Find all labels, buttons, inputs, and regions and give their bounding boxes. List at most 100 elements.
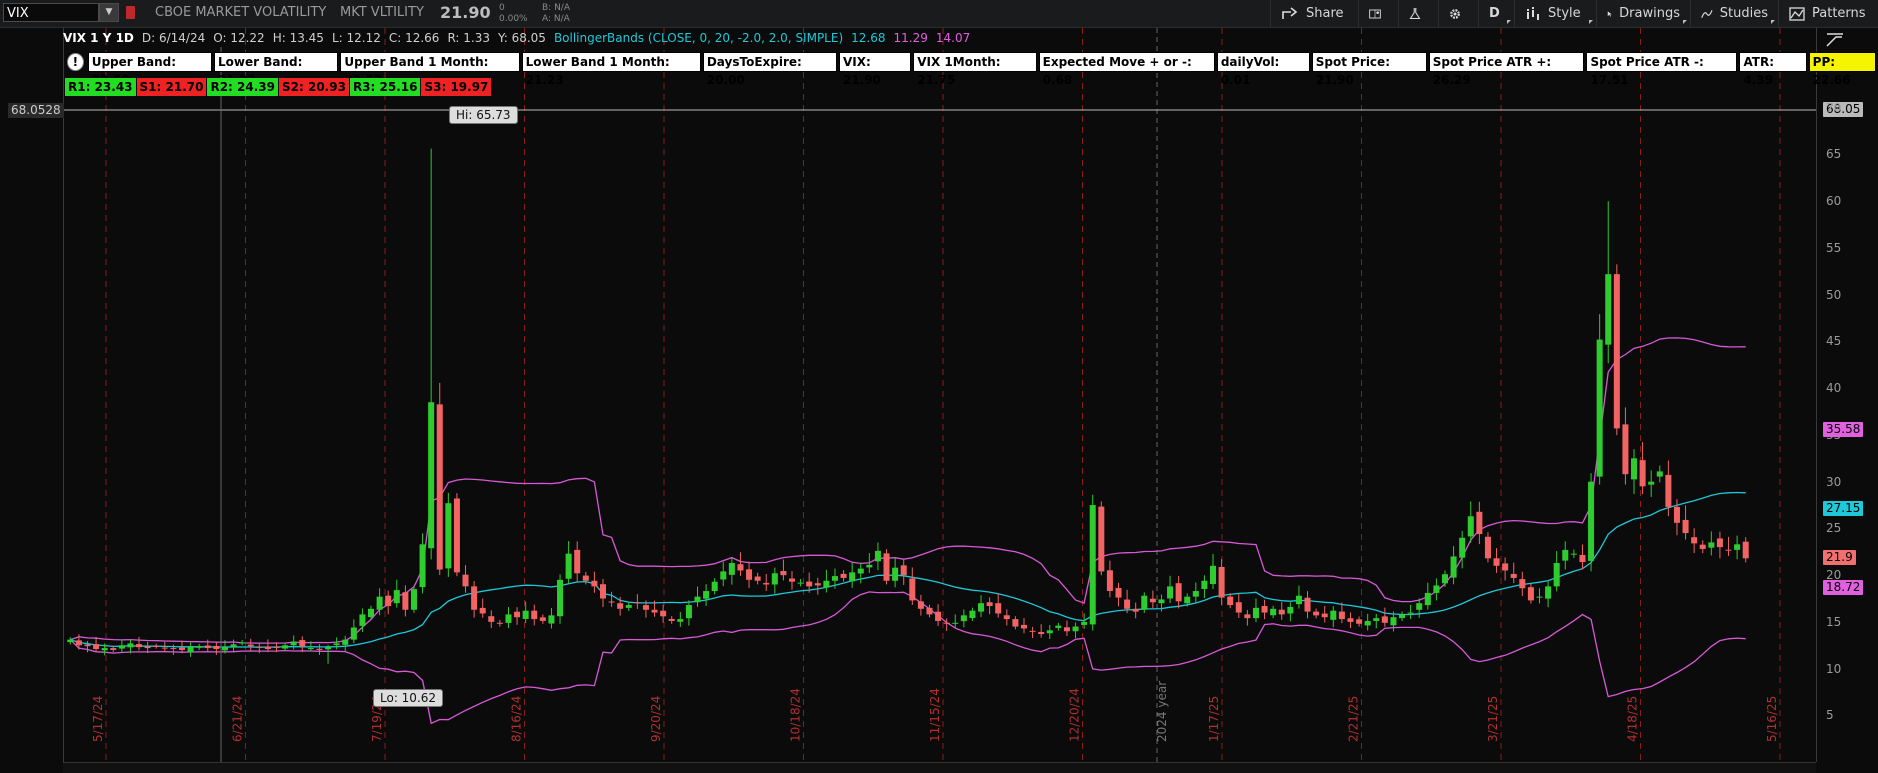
candle-body	[1734, 544, 1741, 550]
candle-body	[1287, 606, 1294, 614]
candle-body	[797, 582, 804, 584]
candle-body	[376, 596, 383, 610]
info-y: Y: 68.05	[497, 30, 546, 45]
candle-body	[857, 568, 864, 574]
y-tick-label: 45	[1826, 334, 1842, 349]
bollinger-upper-line	[70, 337, 1746, 644]
candle-body	[763, 582, 770, 585]
candle-body	[1467, 516, 1474, 537]
candle-body	[1699, 544, 1706, 549]
candle-body	[1252, 607, 1259, 619]
candle-body	[1261, 606, 1268, 613]
y-tick-label: 15	[1826, 614, 1842, 629]
y-tick-label: 65	[1826, 147, 1842, 162]
x-tick-label: 12/20/24	[1068, 688, 1082, 742]
study-label: VIX 1Month: 21.75	[913, 52, 1037, 87]
candle-body	[1338, 611, 1345, 620]
study-label: dailyVol: 0.01	[1216, 52, 1310, 87]
candle-body	[505, 614, 512, 623]
candle-body	[599, 584, 606, 599]
candle-body	[642, 605, 649, 610]
candle-body	[660, 610, 667, 617]
study-label: Spot Price: 21.90	[1311, 52, 1427, 87]
candle-body	[67, 639, 74, 643]
candle-body	[1347, 618, 1354, 622]
info-close: C: 12.66	[388, 30, 440, 45]
candle-body	[522, 610, 529, 619]
alert-icon[interactable]: !	[67, 53, 84, 71]
candle-body	[1210, 565, 1217, 585]
candle-body	[118, 645, 125, 649]
candle-body	[1527, 587, 1534, 601]
candle-body	[136, 644, 143, 648]
candle-body	[1716, 538, 1723, 548]
pivot-label: S3: 19.97	[421, 78, 492, 96]
x-tick-label: 8/16/24	[510, 696, 524, 742]
candle-body	[290, 641, 297, 646]
candle-body	[419, 544, 426, 588]
study-label: Lower Band 1 Month: 21.23	[521, 52, 701, 87]
candle-body	[1742, 541, 1749, 559]
pivot-label: S2: 20.93	[279, 78, 349, 96]
candle-body	[1639, 460, 1646, 487]
candle-body	[677, 619, 684, 622]
candle-body	[926, 607, 933, 615]
price-badge: 21.9	[1823, 550, 1856, 566]
candle-body	[196, 646, 203, 648]
candle-body	[720, 571, 727, 580]
x-tick-label: 4/18/25	[1626, 696, 1640, 742]
study-label: ATR: 4.39	[1739, 52, 1807, 87]
candle-body	[780, 571, 787, 576]
candle-body	[1192, 591, 1199, 597]
y-tick-label: 5	[1826, 708, 1834, 723]
candle-body	[161, 647, 168, 649]
candle-body	[1579, 554, 1586, 563]
candle-body	[1416, 603, 1423, 610]
candle-body	[565, 553, 572, 579]
candle-body	[462, 574, 469, 587]
bottom-scrollbar[interactable]	[63, 762, 1816, 773]
bollinger-label[interactable]: BollingerBands (CLOSE, 0, 20, -2.0, 2.0,…	[554, 31, 843, 45]
candle-body	[471, 586, 478, 610]
candle-body	[849, 572, 856, 582]
pivot-label: R3: 25.16	[349, 78, 421, 96]
candle-body	[221, 647, 228, 651]
candle-body	[1295, 595, 1302, 605]
candle-body	[1596, 339, 1603, 477]
x-tick-label: 10/18/24	[789, 688, 803, 742]
info-low: L: 12.12	[331, 30, 381, 45]
price-axis[interactable]: 68.05 51015202530354045505560657035.5827…	[1816, 28, 1878, 762]
candle-body	[1330, 610, 1337, 620]
candle-body	[479, 607, 486, 614]
candle-body	[153, 645, 160, 647]
candle-body	[840, 573, 847, 578]
candle-body	[428, 402, 435, 549]
candle-body	[75, 640, 82, 646]
y-tick-label: 55	[1826, 240, 1842, 255]
candle-body	[883, 553, 890, 581]
candle-body	[178, 647, 185, 650]
candle-body	[239, 642, 246, 644]
candle-body	[1656, 471, 1663, 477]
study-labels: ! Upper Band: 22.58Lower Band: 21.22Uppe…	[63, 52, 1878, 87]
candle-body	[445, 503, 452, 569]
info-range: R: 1.33	[447, 30, 490, 45]
pivot-label: R1: 23.43	[65, 78, 136, 96]
candle-body	[1270, 608, 1277, 616]
candle-body	[84, 644, 91, 647]
candle-body	[307, 648, 314, 650]
candle-body	[874, 550, 881, 562]
pivot-labels: R1: 23.43 S1: 21.70 R2: 24.39 S2: 20.93 R3: …	[65, 78, 492, 96]
candle-body	[952, 622, 959, 624]
candle-body	[617, 603, 624, 609]
candle-body	[634, 602, 641, 604]
candle-body	[1545, 586, 1552, 599]
bollinger-lower-value: 14.07	[935, 30, 971, 45]
candle-body	[943, 622, 950, 624]
x-tick-label: 9/20/24	[649, 696, 663, 742]
price-chart[interactable]: 5/17/24 6/21/24 7/19/24 8/16/24 9/20/24 10/18…	[0, 0, 1878, 772]
candle-body	[1364, 620, 1371, 626]
candle-body	[1536, 596, 1543, 598]
candle-body	[1673, 506, 1680, 523]
drawing-tool-icon[interactable]	[1826, 32, 1844, 51]
